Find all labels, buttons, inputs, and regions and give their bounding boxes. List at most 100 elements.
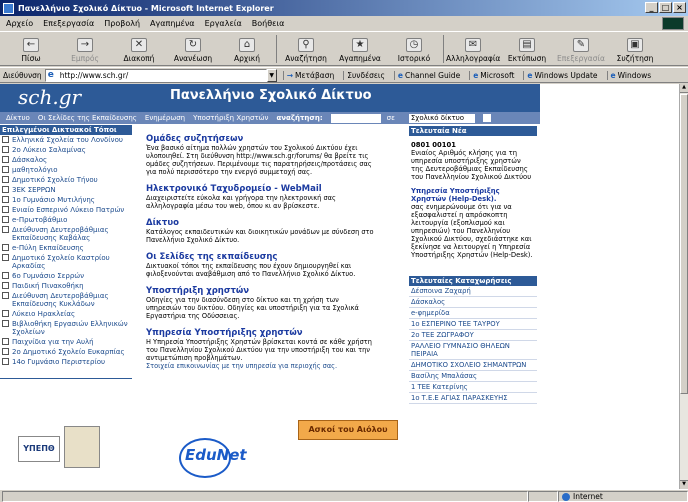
section-text: Κατάλογος εκπαιδευτικών και διοικητικών … [146, 228, 374, 244]
site-search-input[interactable] [330, 113, 381, 123]
registration-link[interactable]: Βασίλης Μπαλάσας [409, 371, 537, 382]
links-button[interactable]: Συνδέσεις [343, 70, 388, 80]
nav-news[interactable]: Ενημέρωση [145, 114, 185, 122]
bullet-icon [2, 176, 9, 183]
sidebar-link[interactable]: Δημοτικό Σχολείο Τήνου [0, 175, 132, 185]
go-button[interactable]: → Μετάβαση [282, 70, 338, 80]
menu-favorites[interactable]: Αγαπημένα [150, 19, 195, 28]
registration-link[interactable]: Δάσκαλος [409, 297, 537, 308]
link-windows[interactable]: e Windows [606, 70, 655, 80]
sidebar-link[interactable]: μαθητολόγιο [0, 165, 132, 175]
news-text-2: σας ενημερώνουμε ότι για να εξασφαλιστεί… [411, 203, 533, 259]
sidebar-link[interactable]: e-Πρωτοβάθμιο [0, 215, 132, 225]
menu-view[interactable]: Προβολή [104, 19, 140, 28]
edunet-logo[interactable]: EduNet [179, 438, 247, 478]
menu-tools[interactable]: Εργαλεία [205, 19, 242, 28]
address-input[interactable]: http://www.sch.gr/ [44, 68, 267, 82]
sidebar-link[interactable]: Δάσκαλος [0, 155, 132, 165]
registration-link[interactable]: 2ο ΤΕΕ ΖΩΓΡΑΦΟΥ [409, 330, 537, 341]
scroll-down-icon[interactable]: ▼ [680, 480, 688, 489]
registration-link[interactable]: e-φημερίδα [409, 308, 537, 319]
section-text: Διαχειριστείτε εύκολα και γρήγορα την ηλ… [146, 194, 336, 210]
status-progress [528, 490, 558, 502]
section-title[interactable]: Υποστήριξη χρηστών [146, 286, 376, 296]
sidebar-link[interactable]: 6ο Γυμνάσιο Σερρών [0, 271, 132, 281]
vertical-scrollbar[interactable]: ▲ ▼ [679, 84, 688, 489]
close-button[interactable]: × [673, 2, 686, 13]
sidebar-link[interactable]: Λύκειο Ηρακλείας [0, 309, 132, 319]
bullet-icon [2, 216, 9, 223]
sidebar-link[interactable]: Διεύθυνση Δευτεροβάθμιας Εκπαίδευσης Καβ… [0, 225, 132, 243]
section-link[interactable]: Στοιχεία επικοινωνίας με την υπηρεσία γι… [146, 362, 376, 370]
address-dropdown-button[interactable]: ▼ [266, 68, 277, 82]
sidebar-link[interactable]: Ελληνικά Σχολεία του Λονδίνου [0, 135, 132, 145]
sidebar-link-label: μαθητολόγιο [12, 166, 58, 174]
minimize-button[interactable]: _ [645, 2, 658, 13]
section-title[interactable]: Δίκτυο [146, 218, 376, 228]
stop-icon: ✕ [131, 38, 147, 52]
registration-link[interactable]: 1ο ΕΣΠΕΡΙΝΟ ΤΕΕ ΤΑΥΡΟΥ [409, 319, 537, 330]
sidebar-link[interactable]: Διεύθυνση Δευτεροβάθμιας Εκπαίδευσης Κυκ… [0, 291, 132, 309]
home-button[interactable]: ⌂ Αρχική [220, 38, 274, 63]
bullet-icon [2, 320, 9, 327]
search-label: Αναζήτηση [285, 54, 327, 63]
news-title-2[interactable]: Υπηρεσία Υποστήριξης Χρηστών (Help-Desk)… [411, 187, 535, 203]
registration-link[interactable]: ΡΑΛΛΕΙΟ ΓΥΜΝΑΣΙΟ ΘΗΛΕΩΝ ΠΕΙΡΑΙΑ [409, 341, 537, 360]
link-microsoft[interactable]: e Microsoft [469, 70, 517, 80]
discuss-button[interactable]: ▣ Συζήτηση [608, 38, 662, 63]
sidebar-link[interactable]: Βιβλιοθήκη Εργασιών Ελληνικών Σχολείων [0, 319, 132, 337]
left-sidebar: Επιλεγμένοι Δικτυακοί Τόποι Ελληνικά Σχο… [0, 124, 132, 379]
sidebar-link[interactable]: 2ο Δημοτικό Σχολείο Ευκαρπίας [0, 347, 132, 357]
menu-edit[interactable]: Επεξεργασία [43, 19, 94, 28]
stop-button[interactable]: ✕ Διακοπή [112, 38, 166, 63]
discuss-icon: ▣ [627, 38, 643, 52]
refresh-button[interactable]: ↻ Ανανέωση [166, 38, 220, 63]
sidebar-link[interactable]: Δημοτικό Σχολείο Καστρίου Αρκαδίας [0, 253, 132, 271]
mail-button[interactable]: ✉ Αλληλογραφία [446, 38, 500, 63]
section-title[interactable]: Ομάδες συζητήσεων [146, 134, 376, 144]
back-button[interactable]: ← Πίσω [4, 38, 58, 63]
nav-support[interactable]: Υποστήριξη Χρηστών [193, 114, 268, 122]
sidebar-link[interactable]: Παιδική Πινακοθήκη [0, 281, 132, 291]
registration-link[interactable]: 1ο Τ.Ε.Ε ΑΓΙΑΣ ΠΑΡΑΣΚΕΥΗΣ [409, 393, 537, 404]
sidebar-link[interactable]: Ενιαίο Εσπερινό Λύκειο Πατρών [0, 205, 132, 215]
sidebar-link[interactable]: 1ο Γυμνάσιο Μυτιλήνης [0, 195, 132, 205]
history-button[interactable]: ◷ Ιστορικό [387, 38, 441, 63]
section-title[interactable]: Υπηρεσία Υποστήριξης χρηστών [146, 328, 376, 338]
scroll-up-icon[interactable]: ▲ [680, 84, 688, 93]
sidebar-link[interactable]: Παιχνίδια για την Αυλή [0, 337, 132, 347]
partner-logo[interactable] [64, 426, 100, 468]
link-channel-guide[interactable]: e Channel Guide [393, 70, 463, 80]
forward-button[interactable]: → Εμπρός [58, 38, 112, 63]
registration-link[interactable]: ΔΗΜΟΤΙΚΟ ΣΧΟΛΕΙΟ ΣΗΜΑΝΤΡΩΝ [409, 360, 537, 371]
askoi-aiolou-banner[interactable]: Ασκοί του Αιόλου [298, 420, 398, 440]
search-go-button[interactable] [482, 114, 491, 122]
registration-link[interactable]: Δέσποινα Ζαχαρή [409, 286, 537, 297]
link-windows-update[interactable]: e Windows Update [523, 70, 600, 80]
sidebar-link[interactable]: 14ο Γυμνάσιο Περιστερίου [0, 357, 132, 367]
sch-gr-logo[interactable]: sch.gr [18, 85, 81, 109]
registration-link[interactable]: 1 ΤΕΕ Κατερίνης [409, 382, 537, 393]
search-scope-select[interactable]: Σχολικό δίκτυο [408, 113, 475, 123]
scroll-thumb[interactable] [680, 94, 688, 394]
sidebar-link[interactable]: e-Πύλη Εκπαίδευσης [0, 243, 132, 253]
go-arrow-icon: → [286, 70, 293, 80]
nav-education-pages[interactable]: Οι Σελίδες της Εκπαίδευσης [38, 114, 137, 122]
sidebar-link[interactable]: 2ο Λύκειο Σαλαμίνας [0, 145, 132, 155]
section-title[interactable]: Οι Σελίδες της εκπαίδευσης [146, 252, 376, 262]
link-label: Windows [617, 70, 652, 80]
menu-file[interactable]: Αρχείο [6, 19, 33, 28]
print-button[interactable]: ▤ Εκτύπωση [500, 38, 554, 63]
news-date: 0801 00101 [411, 141, 456, 149]
refresh-label: Ανανέωση [173, 54, 213, 63]
search-button[interactable]: ⚲ Αναζήτηση [279, 38, 333, 63]
nav-network[interactable]: Δίκτυο [6, 114, 30, 122]
section-title[interactable]: Ηλεκτρονικό Ταχυδρομείο - WebMail [146, 184, 376, 194]
maximize-button[interactable]: □ [659, 2, 672, 13]
edit-button[interactable]: ✎ Επεξεργασία [554, 38, 608, 63]
favorites-button[interactable]: ★ Αγαπημένα [333, 38, 387, 63]
status-text [2, 490, 528, 502]
sidebar-link[interactable]: 3ΕΚ ΣΕΡΡΩΝ [0, 185, 132, 195]
ypepth-logo[interactable]: ΥΠΕΠΘ [18, 436, 60, 462]
menu-help[interactable]: Βοήθεια [252, 19, 285, 28]
